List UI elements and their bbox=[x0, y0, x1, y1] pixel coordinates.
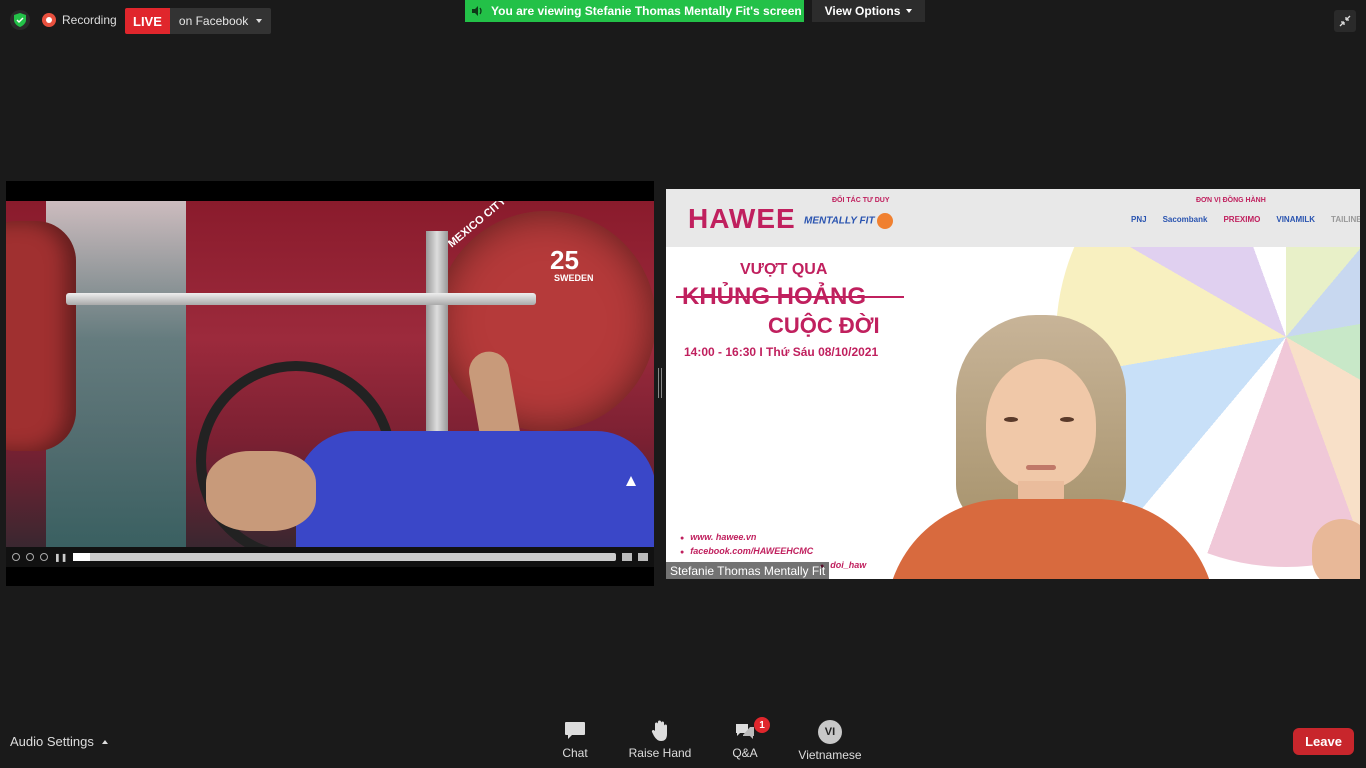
live-destination-dropdown[interactable]: on Facebook bbox=[169, 8, 272, 34]
audio-settings-button[interactable]: Audio Settings bbox=[10, 734, 108, 749]
speaker-eye bbox=[1060, 417, 1074, 422]
view-options-label: View Options bbox=[824, 4, 901, 18]
contact-website: www. hawee.vn bbox=[680, 531, 866, 545]
participant-video[interactable]: HAWEE ĐỐI TÁC TƯ DUY MENTALLY FIT ĐƠN VỊ… bbox=[666, 189, 1360, 579]
speaker-shirt bbox=[886, 499, 1216, 579]
exit-fullscreen-icon bbox=[1339, 15, 1351, 27]
video-player-controls: ❚❚ bbox=[6, 547, 654, 567]
speaker-figure bbox=[876, 315, 1226, 579]
partner-name: MENTALLY FIT bbox=[804, 215, 875, 227]
captions-icon[interactable] bbox=[622, 553, 632, 561]
shared-screen-video[interactable]: MEXICO CITY 2017 25 SWEDEN ❚❚ bbox=[6, 181, 654, 586]
record-icon bbox=[42, 13, 56, 27]
mentally-fit-logo: MENTALLY FIT bbox=[804, 213, 924, 229]
exit-fullscreen-button[interactable] bbox=[1334, 10, 1356, 32]
hawee-logo: HAWEE bbox=[688, 203, 796, 234]
leave-button[interactable]: Leave bbox=[1293, 728, 1354, 755]
participant-name-label: Stefanie Thomas Mentally Fit bbox=[666, 562, 830, 579]
speaker-mouth bbox=[1026, 465, 1056, 470]
slide-schedule: 14:00 - 16:30 I Thứ Sáu 08/10/2021 bbox=[684, 345, 879, 359]
contact-facebook: facebook.com/HAWEEHCMC bbox=[680, 545, 866, 559]
qa-icon bbox=[734, 720, 756, 742]
sponsor-logo: PREXIMO bbox=[1223, 215, 1261, 224]
audio-settings-label: Audio Settings bbox=[10, 734, 94, 749]
qa-button[interactable]: 1 Q&A bbox=[710, 717, 780, 762]
speaker-hand bbox=[1312, 519, 1360, 579]
recording-indicator[interactable]: Recording bbox=[42, 10, 117, 30]
barbell bbox=[66, 293, 536, 305]
title-strike-line bbox=[676, 296, 904, 298]
recording-label: Recording bbox=[62, 13, 117, 27]
mentally-fit-badge-icon bbox=[876, 213, 893, 229]
speaker-icon bbox=[472, 6, 482, 16]
language-label: Vietnamese bbox=[798, 748, 862, 762]
chat-button[interactable]: Chat bbox=[540, 720, 610, 762]
sponsor-logo: PNJ bbox=[1131, 215, 1147, 224]
control-icon[interactable] bbox=[12, 553, 20, 561]
athlete-body bbox=[296, 431, 654, 547]
language-interpretation-button[interactable]: VI Vietnamese bbox=[780, 720, 880, 762]
chevron-up-icon bbox=[101, 739, 108, 744]
plate-number: 25 bbox=[550, 245, 579, 275]
qa-notification-badge: 1 bbox=[754, 717, 770, 733]
view-options-button[interactable]: View Options bbox=[812, 0, 925, 22]
control-icon[interactable] bbox=[40, 553, 48, 561]
volume-icon[interactable] bbox=[638, 553, 648, 561]
language-globe-icon: VI bbox=[818, 720, 842, 744]
bench-rack bbox=[426, 231, 448, 441]
pause-icon[interactable]: ❚❚ bbox=[54, 553, 67, 562]
companion-label: ĐƠN VỊ ĐỒNG HÀNH bbox=[1196, 197, 1266, 204]
weight-plate-left bbox=[6, 221, 76, 451]
chat-label: Chat bbox=[562, 746, 588, 760]
sponsor-logo: Sacombank bbox=[1162, 215, 1208, 224]
slide-banner: HAWEE ĐỐI TÁC TƯ DUY MENTALLY FIT ĐƠN VỊ… bbox=[666, 189, 1360, 247]
raise-hand-button[interactable]: Raise Hand bbox=[610, 720, 710, 762]
sponsor-logo: TAILINE bbox=[1331, 215, 1360, 224]
athlete-head bbox=[206, 451, 316, 531]
video-progress-bar[interactable] bbox=[73, 553, 616, 561]
weightlifting-video-frame: MEXICO CITY 2017 25 SWEDEN bbox=[6, 201, 654, 547]
weight-plate-right bbox=[436, 211, 654, 431]
plate-country: SWEDEN bbox=[554, 273, 594, 283]
viewing-notice-text: You are viewing Stefanie Thomas Mentally… bbox=[491, 4, 802, 18]
speaker-eye bbox=[1004, 417, 1018, 422]
zoom-meeting-window: Recording LIVE on Facebook You are viewi… bbox=[0, 0, 1366, 768]
mouse-cursor-icon bbox=[626, 476, 636, 486]
live-destination-label: on Facebook bbox=[178, 14, 249, 28]
qa-label: Q&A bbox=[732, 746, 758, 760]
partner-label: ĐỐI TÁC TƯ DUY bbox=[832, 197, 890, 204]
split-view-divider[interactable] bbox=[658, 368, 662, 398]
security-shield-icon[interactable] bbox=[10, 10, 30, 30]
chat-icon bbox=[564, 720, 586, 742]
live-stream-indicator[interactable]: LIVE on Facebook bbox=[125, 8, 272, 34]
video-progress-fill bbox=[73, 553, 90, 561]
chevron-down-icon bbox=[256, 19, 263, 23]
sponsor-logo: VINAMILK bbox=[1276, 215, 1316, 224]
control-icon[interactable] bbox=[26, 553, 34, 561]
sponsor-logos: PNJ Sacombank PREXIMO VINAMILK TAILINE bbox=[1128, 213, 1360, 226]
raise-hand-label: Raise Hand bbox=[628, 746, 692, 760]
slide-title-line1: VƯỢT QUA bbox=[740, 261, 828, 278]
meeting-toolbar: Chat Raise Hand 1 Q&A VI Vietnamese bbox=[540, 717, 880, 762]
slide-title-line3: CUỘC ĐỜI bbox=[768, 313, 880, 338]
raise-hand-icon bbox=[649, 720, 671, 742]
chevron-down-icon bbox=[906, 9, 913, 13]
screen-share-notice: You are viewing Stefanie Thomas Mentally… bbox=[465, 0, 804, 22]
live-badge: LIVE bbox=[125, 8, 170, 34]
